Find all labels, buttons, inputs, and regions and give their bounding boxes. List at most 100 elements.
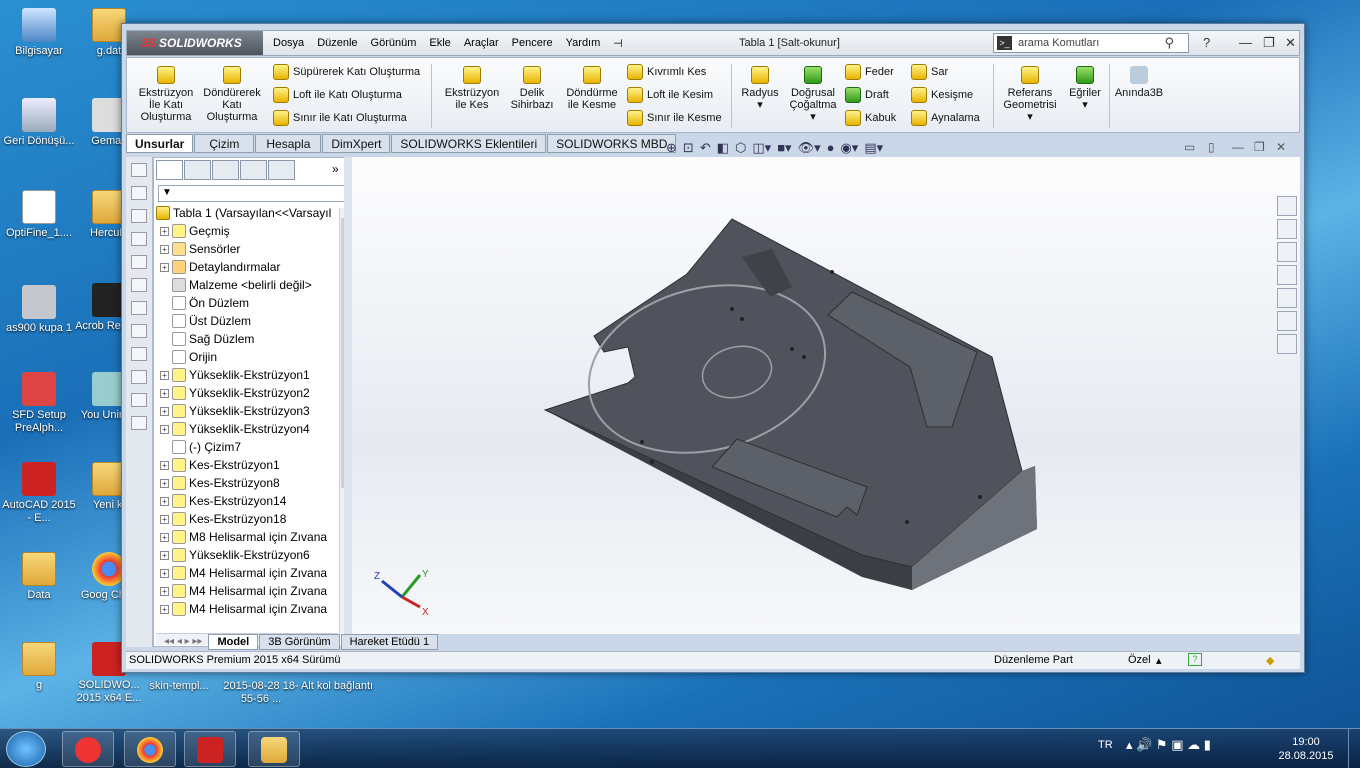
wrap-button[interactable]: Sar: [911, 64, 948, 80]
solidworks-forum-icon[interactable]: [1277, 334, 1297, 354]
box-icon[interactable]: [131, 255, 147, 269]
tree-filter[interactable]: ▼: [158, 185, 346, 202]
graphics-area[interactable]: Y X Z: [352, 157, 1300, 634]
tab-3d-view[interactable]: 3B Görünüm: [259, 634, 340, 650]
reference-geometry-button[interactable]: Referans Geometrisi ▾: [999, 66, 1061, 123]
tree-item[interactable]: Malzeme <belirli değil>: [160, 278, 312, 292]
minimize-doc-icon[interactable]: —: [1232, 140, 1244, 154]
expand-icon[interactable]: +: [160, 406, 169, 416]
chevron-up-icon[interactable]: ▴: [1156, 654, 1162, 667]
desktop-icon-recycle-bin[interactable]: Geri Dönüşü...: [0, 98, 78, 148]
box-icon[interactable]: [131, 370, 147, 384]
desktop-icon-sfd-setup[interactable]: SFD Setup PreAlph...: [0, 372, 78, 435]
fillet-button[interactable]: Radyus ▾: [737, 66, 783, 111]
chevron-down-icon[interactable]: ▾: [787, 111, 839, 123]
zoom-to-fit-icon[interactable]: ⊕: [666, 140, 677, 156]
desktop-icon-g[interactable]: g: [0, 642, 78, 692]
feature-manager-tab-icon[interactable]: [156, 160, 183, 180]
boundary-boss-button[interactable]: Sınır ile Katı Oluşturma: [273, 110, 407, 126]
property-manager-tab-icon[interactable]: [184, 160, 211, 180]
dynamic-annotation-icon[interactable]: ⬡: [735, 140, 746, 156]
scene-icon[interactable]: ◉▾: [840, 140, 858, 156]
minimize-icon[interactable]: —: [1239, 35, 1252, 50]
tree-item[interactable]: + Sensörler: [160, 242, 240, 256]
tile-icon[interactable]: ▭: [1184, 140, 1195, 154]
tab-cizim[interactable]: Çizim: [194, 134, 255, 153]
box-icon[interactable]: [131, 393, 147, 407]
rebuild-help-icon[interactable]: ?: [1188, 653, 1202, 666]
box-icon[interactable]: [131, 347, 147, 361]
hide-show-icon[interactable]: 👁▾: [798, 140, 821, 156]
lofted-cut-button[interactable]: Loft ile Kesim: [627, 87, 713, 103]
box-icon[interactable]: [131, 232, 147, 246]
view-settings-icon[interactable]: ▤▾: [864, 140, 883, 156]
swept-cut-button[interactable]: Kıvrımlı Kes: [627, 64, 706, 80]
display-style-icon[interactable]: ■▾: [777, 140, 791, 156]
pin-icon[interactable]: ⊣: [613, 37, 623, 50]
tab-mbd[interactable]: SOLIDWORKS MBD: [547, 134, 677, 153]
start-button[interactable]: [6, 731, 46, 767]
tree-item[interactable]: Ön Düzlem: [160, 296, 249, 310]
previous-view-icon[interactable]: ↶: [700, 140, 711, 156]
taskbar-chrome[interactable]: [124, 731, 176, 767]
resources-icon[interactable]: [1277, 219, 1297, 239]
box-icon[interactable]: [131, 209, 147, 223]
lofted-boss-button[interactable]: Loft ile Katı Oluşturma: [273, 87, 402, 103]
section-view-icon[interactable]: ◧: [717, 140, 729, 156]
tab-model[interactable]: Model: [208, 634, 259, 650]
tree-item[interactable]: + M4 Helisarmal için Zıvana: [160, 602, 327, 616]
mirror-button[interactable]: Aynalama: [911, 110, 980, 126]
expand-icon[interactable]: +: [160, 496, 169, 506]
boundary-cut-button[interactable]: Sınır ile Kesme: [627, 110, 722, 126]
tag-icon[interactable]: ◆: [1266, 654, 1274, 667]
extruded-boss-button[interactable]: Ekstrüzyon İle Katı Oluşturma: [135, 66, 197, 123]
expand-icon[interactable]: +: [160, 604, 169, 614]
tree-item[interactable]: + Kes-Ekstrüzyon1: [160, 458, 280, 472]
help-icon[interactable]: ?: [1203, 35, 1210, 50]
tree-item[interactable]: Sağ Düzlem: [160, 332, 254, 346]
tab-eklentiler[interactable]: SOLIDWORKS Eklentileri: [391, 134, 547, 153]
desktop-icon-date-file[interactable]: 2015-08-28 18-55-56 ...: [222, 680, 300, 706]
curves-button[interactable]: Eğriler ▾: [1063, 66, 1107, 111]
box-icon[interactable]: [131, 324, 147, 338]
close-doc-icon[interactable]: ✕: [1276, 140, 1286, 154]
desktop-icon-optifine[interactable]: OptiFine_1....: [0, 190, 78, 240]
tab-motion-study[interactable]: Hareket Etüdü 1: [340, 634, 439, 650]
menu-dosya[interactable]: Dosya: [273, 37, 304, 50]
revolved-boss-button[interactable]: Döndürerek Katı Oluşturma: [201, 66, 263, 123]
units-selector[interactable]: Özel: [1128, 654, 1151, 666]
tree-item[interactable]: + M4 Helisarmal için Zıvana: [160, 584, 327, 598]
tree-item[interactable]: (-) Çizim7: [160, 440, 241, 454]
desktop-icon-as900[interactable]: as900 kupa 1: [0, 285, 78, 335]
taskbar-explorer[interactable]: [248, 731, 300, 767]
tree-item[interactable]: + Yükseklik-Ekstrüzyon1: [160, 368, 310, 382]
linear-pattern-button[interactable]: Doğrusal Çoğaltma ▾: [787, 66, 839, 123]
swept-boss-button[interactable]: Süpürerek Katı Oluşturma: [273, 64, 420, 80]
taskbar-yandex[interactable]: [62, 731, 114, 767]
desktop-icon-data[interactable]: Data: [0, 552, 78, 602]
chevron-down-icon[interactable]: ▾: [1063, 99, 1107, 111]
expand-tabs-icon[interactable]: »: [332, 162, 339, 176]
tree-item[interactable]: Orijin: [160, 350, 217, 364]
view-orientation-icon[interactable]: ◫▾: [752, 140, 771, 156]
tab-unsurlar[interactable]: Unsurlar: [126, 134, 194, 153]
search-commands[interactable]: >_ arama Komutları ⚲: [993, 33, 1189, 53]
box-icon[interactable]: [131, 301, 147, 315]
chevron-down-icon[interactable]: ▾: [999, 111, 1061, 123]
expand-icon[interactable]: +: [160, 550, 169, 560]
tree-item[interactable]: + M4 Helisarmal için Zıvana: [160, 566, 327, 580]
tab-hesapla[interactable]: Hesapla: [255, 134, 322, 153]
tree-item[interactable]: + Geçmiş: [160, 224, 230, 238]
expand-icon[interactable]: +: [160, 568, 169, 578]
draft-button[interactable]: Draft: [845, 87, 889, 103]
expand-icon[interactable]: +: [160, 244, 169, 254]
show-desktop-button[interactable]: [1348, 729, 1360, 768]
desktop-icon-alt-kol[interactable]: Alt kol bağlantı: [298, 680, 376, 693]
desktop-icon-skin-template[interactable]: skin-templ...: [140, 680, 218, 693]
box-icon[interactable]: [131, 186, 147, 200]
extruded-cut-button[interactable]: Ekstrüzyon ile Kes: [441, 66, 503, 111]
expand-icon[interactable]: +: [160, 424, 169, 434]
box-icon[interactable]: [131, 163, 147, 177]
expand-icon[interactable]: +: [160, 226, 169, 236]
expand-icon[interactable]: +: [160, 586, 169, 596]
